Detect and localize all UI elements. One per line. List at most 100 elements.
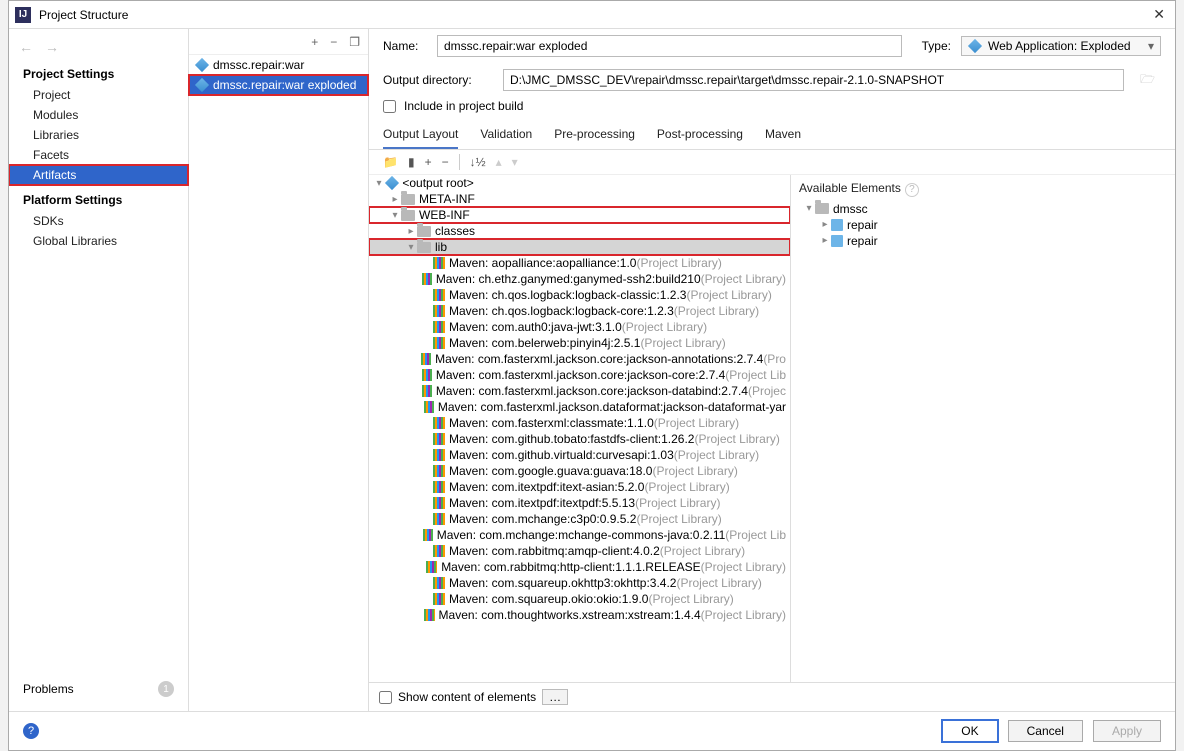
project-structure-dialog: IJ Project Structure ✕ ← → Project Setti… <box>8 0 1176 751</box>
name-label: Name: <box>383 39 427 53</box>
avail-root[interactable]: ▾dmssc <box>799 201 1167 217</box>
lib-suffix: (Project Library) <box>640 336 725 350</box>
back-icon[interactable]: ← <box>19 39 33 55</box>
tree-lib-item[interactable]: Maven: com.thoughtworks.xstream:xstream:… <box>369 607 790 623</box>
tree-lib-item[interactable]: Maven: com.rabbitmq:amqp-client:4.0.2 (P… <box>369 543 790 559</box>
tree-lib-item[interactable]: Maven: com.mchange:c3p0:0.9.5.2 (Project… <box>369 511 790 527</box>
section-platform-settings: Platform Settings <box>9 185 188 211</box>
add-content-icon[interactable]: + <box>425 155 432 169</box>
tree-lib-item[interactable]: Maven: com.fasterxml.jackson.core:jackso… <box>369 383 790 399</box>
lib-name: Maven: com.belerweb:pinyin4j:2.5.1 <box>449 336 640 350</box>
new-folder-icon[interactable]: 📁 <box>383 155 398 169</box>
ok-button[interactable]: OK <box>942 720 997 742</box>
sidebar-item-libraries[interactable]: Libraries <box>9 125 188 145</box>
artifact-item[interactable]: dmssc.repair:war <box>189 55 368 75</box>
lib-suffix: (Project Library) <box>694 432 779 446</box>
cancel-button[interactable]: Cancel <box>1008 720 1083 742</box>
lib-suffix: (Project Lib <box>725 368 786 382</box>
lib-suffix: (Project Library) <box>636 256 721 270</box>
tree-lib-item[interactable]: Maven: com.itextpdf:itextpdf:5.5.13 (Pro… <box>369 495 790 511</box>
library-icon <box>433 545 445 557</box>
artifact-detail-panel: Name: Type: Web Application: Exploded ▾ … <box>369 29 1175 711</box>
remove-icon[interactable]: − <box>330 35 337 49</box>
tab-output-layout[interactable]: Output Layout <box>383 123 458 149</box>
show-content-checkbox[interactable] <box>379 691 392 704</box>
lib-suffix: (Project Lib <box>725 528 786 542</box>
show-content-label: Show content of elements <box>398 690 536 704</box>
folder-icon <box>401 210 415 221</box>
tab-postprocessing[interactable]: Post-processing <box>657 123 743 149</box>
configure-button[interactable]: … <box>542 689 568 705</box>
tree-lib[interactable]: ▾lib <box>369 239 790 255</box>
output-root-icon <box>385 176 399 190</box>
down-icon[interactable]: ▾ <box>512 155 518 169</box>
tree-lib-item[interactable]: Maven: com.mchange:mchange-commons-java:… <box>369 527 790 543</box>
up-icon[interactable]: ▴ <box>496 155 502 169</box>
avail-child[interactable]: ▸repair <box>799 233 1167 249</box>
available-title: Available Elements <box>799 181 901 195</box>
app-logo-icon: IJ <box>15 7 31 23</box>
apply-button[interactable]: Apply <box>1093 720 1161 742</box>
lib-name: Maven: com.fasterxml.jackson.core:jackso… <box>436 384 748 398</box>
tree-lib-item[interactable]: Maven: com.itextpdf:itext-asian:5.2.0 (P… <box>369 479 790 495</box>
name-input[interactable] <box>437 35 902 57</box>
lib-name: Maven: ch.qos.logback:logback-core:1.2.3 <box>449 304 674 318</box>
library-icon <box>433 433 445 445</box>
artifact-item-selected[interactable]: dmssc.repair:war exploded <box>189 75 368 95</box>
tree-lib-item[interactable]: Maven: ch.qos.logback:logback-core:1.2.3… <box>369 303 790 319</box>
library-icon <box>422 369 432 381</box>
tree-lib-item[interactable]: Maven: com.fasterxml.jackson.core:jackso… <box>369 351 790 367</box>
tree-lib-item[interactable]: Maven: ch.qos.logback:logback-classic:1.… <box>369 287 790 303</box>
sidebar-item-modules[interactable]: Modules <box>9 105 188 125</box>
type-select[interactable]: Web Application: Exploded ▾ <box>961 36 1161 56</box>
tree-lib-item[interactable]: Maven: com.belerweb:pinyin4j:2.5.1 (Proj… <box>369 335 790 351</box>
tree-lib-item[interactable]: Maven: ch.ethz.ganymed:ganymed-ssh2:buil… <box>369 271 790 287</box>
tree-lib-item[interactable]: Maven: com.fasterxml.jackson.core:jackso… <box>369 367 790 383</box>
tree-lib-item[interactable]: Maven: com.auth0:java-jwt:3.1.0 (Project… <box>369 319 790 335</box>
new-file-icon[interactable]: ▮ <box>408 155 415 169</box>
tree-root[interactable]: ▾ <output root> <box>369 175 790 191</box>
outdir-input[interactable] <box>503 69 1124 91</box>
sidebar-item-artifacts[interactable]: Artifacts <box>9 165 188 185</box>
lib-name: Maven: com.github.tobato:fastdfs-client:… <box>449 432 694 446</box>
library-icon <box>424 401 434 413</box>
tab-validation[interactable]: Validation <box>480 123 532 149</box>
library-icon <box>421 353 431 365</box>
sidebar-item-global-libraries[interactable]: Global Libraries <box>9 231 188 251</box>
sidebar-item-facets[interactable]: Facets <box>9 145 188 165</box>
avail-child[interactable]: ▸repair <box>799 217 1167 233</box>
tree-classes[interactable]: ▸classes <box>369 223 790 239</box>
tree-lib-item[interactable]: Maven: com.google.guava:guava:18.0 (Proj… <box>369 463 790 479</box>
forward-icon[interactable]: → <box>45 39 59 55</box>
sidebar-item-project[interactable]: Project <box>9 85 188 105</box>
close-icon[interactable]: ✕ <box>1149 6 1169 23</box>
library-icon <box>433 577 445 589</box>
add-icon[interactable]: + <box>311 35 318 49</box>
remove-content-icon[interactable]: − <box>442 155 449 169</box>
artifact-label: dmssc.repair:war <box>213 58 304 72</box>
library-icon <box>433 497 445 509</box>
tree-lib-item[interactable]: Maven: com.github.virtuald:curvesapi:1.0… <box>369 447 790 463</box>
tree-lib-item[interactable]: Maven: aopalliance:aopalliance:1.0 (Proj… <box>369 255 790 271</box>
browse-folder-icon[interactable]: 🗁 <box>1134 70 1161 91</box>
tree-lib-item[interactable]: Maven: com.fasterxml:classmate:1.1.0 (Pr… <box>369 415 790 431</box>
tree-lib-item[interactable]: Maven: com.github.tobato:fastdfs-client:… <box>369 431 790 447</box>
tree-lib-item[interactable]: Maven: com.rabbitmq:http-client:1.1.1.RE… <box>369 559 790 575</box>
sort-icon[interactable]: ↓½ <box>470 155 486 169</box>
output-tree[interactable]: ▾ <output root> ▸META-INF ▾WEB-INF ▸clas… <box>369 175 790 682</box>
lib-name: Maven: com.github.virtuald:curvesapi:1.0… <box>449 448 674 462</box>
include-checkbox[interactable] <box>383 100 396 113</box>
tree-lib-item[interactable]: Maven: com.fasterxml.jackson.dataformat:… <box>369 399 790 415</box>
tree-lib-item[interactable]: Maven: com.squareup.okio:okio:1.9.0 (Pro… <box>369 591 790 607</box>
help-icon[interactable]: ? <box>905 183 919 197</box>
tree-lib-item[interactable]: Maven: com.squareup.okhttp3:okhttp:3.4.2… <box>369 575 790 591</box>
help-button[interactable]: ? <box>23 723 39 739</box>
tab-maven[interactable]: Maven <box>765 123 801 149</box>
tree-webinf[interactable]: ▾WEB-INF <box>369 207 790 223</box>
tab-preprocessing[interactable]: Pre-processing <box>554 123 635 149</box>
tree-metainf[interactable]: ▸META-INF <box>369 191 790 207</box>
sidebar-item-sdks[interactable]: SDKs <box>9 211 188 231</box>
lib-suffix: (Project Library) <box>644 480 729 494</box>
copy-icon[interactable]: ❐ <box>349 35 360 49</box>
sidebar-item-problems[interactable]: Problems 1 <box>9 673 188 705</box>
